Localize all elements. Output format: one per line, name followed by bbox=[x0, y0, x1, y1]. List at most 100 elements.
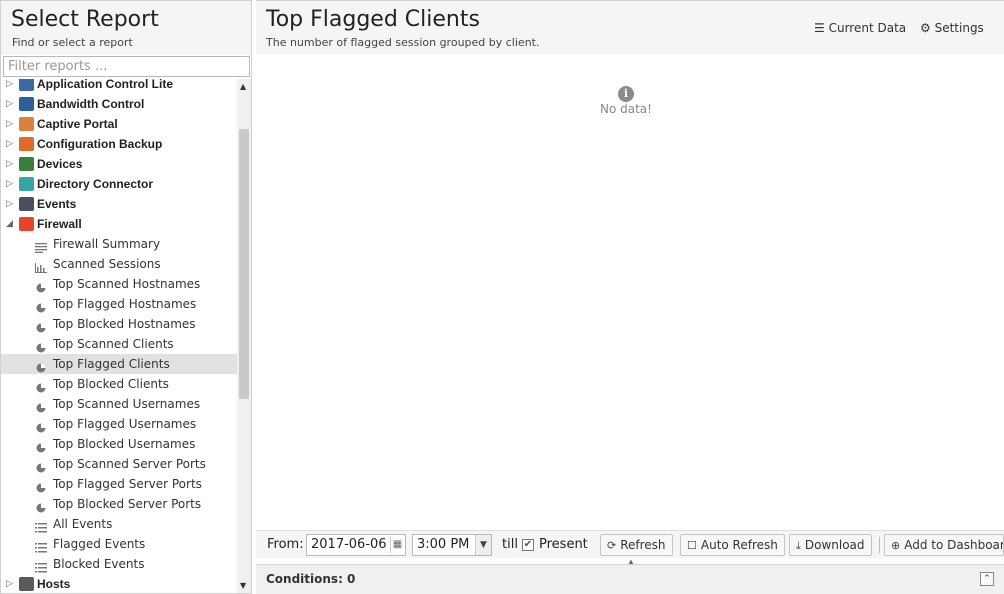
scroll-up-arrow-icon[interactable]: ▲ bbox=[240, 82, 246, 91]
tree-report-item[interactable]: Top Blocked Server Ports bbox=[1, 494, 238, 514]
pie-chart-icon bbox=[35, 499, 47, 513]
tree-report-label: All Events bbox=[53, 517, 113, 531]
tree-category[interactable]: ◢ Firewall bbox=[1, 214, 238, 234]
tree-report-item[interactable]: Top Blocked Hostnames bbox=[1, 314, 238, 334]
list-icon: ☰ bbox=[814, 21, 825, 35]
report-selector-header: Select Report Find or select a report bbox=[1, 1, 251, 55]
tree-report-label: Firewall Summary bbox=[53, 237, 161, 251]
tree-category-label: Hosts bbox=[37, 577, 71, 591]
add-to-dashboard-label: Add to Dashboard bbox=[904, 538, 1004, 552]
expand-up-icon[interactable]: ⌃ bbox=[980, 572, 994, 586]
tree-report-item[interactable]: Top Scanned Server Ports bbox=[1, 454, 238, 474]
expand-arrow-icon[interactable]: ▷ bbox=[6, 94, 14, 114]
tree-report-label: Top Flagged Usernames bbox=[53, 417, 197, 431]
tree-report-item[interactable]: Flagged Events bbox=[1, 534, 238, 554]
tree-report-label: Top Scanned Server Ports bbox=[53, 457, 206, 471]
scroll-down-arrow-icon[interactable]: ▼ bbox=[240, 581, 246, 590]
tree-category-label: Application Control Lite bbox=[37, 79, 173, 91]
tree-report-item[interactable]: Top Flagged Server Ports bbox=[1, 474, 238, 494]
expand-arrow-icon[interactable]: ▷ bbox=[6, 174, 14, 194]
tree-report-item[interactable]: All Events bbox=[1, 514, 238, 534]
filter-reports-input[interactable] bbox=[3, 56, 250, 77]
refresh-button[interactable]: ⟳ Refresh bbox=[600, 534, 673, 556]
present-checkbox[interactable]: ✔ bbox=[522, 539, 534, 551]
tree-category[interactable]: ▷ Bandwidth Control bbox=[1, 94, 238, 114]
refresh-label: Refresh bbox=[620, 538, 666, 552]
tree-report-item[interactable]: Top Blocked Usernames bbox=[1, 434, 238, 454]
app-icon bbox=[19, 117, 34, 131]
expand-arrow-icon[interactable]: ▷ bbox=[6, 194, 14, 214]
tree-report-item[interactable]: Top Blocked Clients bbox=[1, 374, 238, 394]
tree-report-item[interactable]: Top Flagged Clients bbox=[1, 354, 238, 374]
tree-category-label: Directory Connector bbox=[37, 177, 154, 191]
info-icon: i bbox=[618, 86, 634, 102]
current-data-label: Current Data bbox=[828, 21, 907, 35]
tree-category[interactable]: ▷ Hosts bbox=[1, 574, 238, 593]
present-label: Present bbox=[539, 537, 588, 552]
settings-label: Settings bbox=[934, 21, 984, 35]
download-button[interactable]: ⤓ Download bbox=[789, 534, 872, 556]
expand-arrow-icon[interactable]: ▷ bbox=[6, 114, 14, 134]
app-icon bbox=[19, 137, 34, 151]
tree-category[interactable]: ▷ Application Control Lite bbox=[1, 79, 238, 94]
plus-circle-icon: ⊕ bbox=[891, 539, 901, 552]
tree-category[interactable]: ▷ Events bbox=[1, 194, 238, 214]
list-icon bbox=[35, 539, 47, 553]
from-date-field[interactable]: 2017-06-06 ▦ bbox=[306, 534, 406, 556]
expand-arrow-icon[interactable]: ▷ bbox=[6, 154, 14, 174]
tree-report-item[interactable]: Top Scanned Usernames bbox=[1, 394, 238, 414]
auto-refresh-label: Auto Refresh bbox=[700, 538, 778, 552]
tree-report-label: Top Blocked Hostnames bbox=[53, 317, 196, 331]
tree-category[interactable]: ▷ Directory Connector bbox=[1, 174, 238, 194]
app-icon bbox=[19, 577, 34, 591]
conditions-bar[interactable]: Conditions: 0 ⌃ bbox=[256, 564, 1004, 594]
from-time-value: 3:00 PM bbox=[417, 537, 470, 552]
collapse-arrow-icon[interactable]: ◢ bbox=[6, 214, 14, 234]
tree-category-label: Captive Portal bbox=[37, 117, 118, 131]
settings-button[interactable]: ⚙ Settings bbox=[920, 20, 984, 36]
tree-report-label: Top Blocked Usernames bbox=[53, 437, 196, 451]
pie-chart-icon bbox=[35, 439, 47, 453]
expand-arrow-icon[interactable]: ▷ bbox=[6, 134, 14, 154]
tree-report-item[interactable]: Top Flagged Usernames bbox=[1, 414, 238, 434]
list-icon bbox=[35, 559, 47, 573]
add-to-dashboard-button[interactable]: ⊕ Add to Dashboard bbox=[884, 534, 1004, 556]
download-label: Download bbox=[804, 538, 865, 552]
pie-chart-icon bbox=[35, 479, 47, 493]
current-data-button[interactable]: ☰ Current Data bbox=[814, 20, 906, 36]
tree-category-label: Events bbox=[37, 197, 77, 211]
tree-report-label: Scanned Sessions bbox=[53, 257, 161, 271]
tree-report-item[interactable]: Top Scanned Hostnames bbox=[1, 274, 238, 294]
panel-title: Select Report bbox=[11, 7, 159, 32]
pie-chart-icon bbox=[35, 279, 47, 293]
tree-category-label: Devices bbox=[37, 157, 83, 171]
tree-report-item[interactable]: Top Scanned Clients bbox=[1, 334, 238, 354]
tree-category[interactable]: ▷ Configuration Backup bbox=[1, 134, 238, 154]
tree-report-item[interactable]: Firewall Summary bbox=[1, 234, 238, 254]
calendar-icon[interactable]: ▦ bbox=[390, 537, 404, 553]
pie-chart-icon bbox=[35, 379, 47, 393]
expand-arrow-icon[interactable]: ▷ bbox=[6, 574, 14, 593]
tree-report-label: Flagged Events bbox=[53, 537, 146, 551]
from-time-select[interactable]: 3:00 PM ▼ bbox=[412, 534, 492, 556]
report-tree: ▷ Application Control Lite ▷ Bandwidth Cont… bbox=[1, 79, 238, 593]
expand-arrow-icon[interactable]: ▷ bbox=[6, 79, 14, 94]
scroll-thumb[interactable] bbox=[239, 129, 249, 399]
tree-report-label: Top Flagged Server Ports bbox=[53, 477, 202, 491]
list-icon bbox=[35, 519, 47, 533]
tree-scrollbar[interactable]: ▲ ▼ bbox=[237, 79, 251, 593]
tree-report-label: Blocked Events bbox=[53, 557, 145, 571]
bar-chart-icon bbox=[35, 259, 47, 273]
tree-report-item[interactable]: Scanned Sessions bbox=[1, 254, 238, 274]
tree-category[interactable]: ▷ Captive Portal bbox=[1, 114, 238, 134]
tree-report-item[interactable]: Top Flagged Hostnames bbox=[1, 294, 238, 314]
no-data-message: i No data! bbox=[256, 86, 996, 116]
tree-category[interactable]: ▷ Devices bbox=[1, 154, 238, 174]
chevron-down-icon[interactable]: ▼ bbox=[475, 535, 491, 555]
tree-report-label: Top Scanned Usernames bbox=[53, 397, 201, 411]
report-toolbar: From: 2017-06-06 ▦ 3:00 PM ▼ till ✔ Pres… bbox=[256, 530, 1004, 558]
auto-refresh-button[interactable]: ☐ Auto Refresh bbox=[680, 534, 785, 556]
conditions-label: Conditions: 0 bbox=[266, 572, 356, 586]
report-header: Top Flagged Clients The number of flagge… bbox=[256, 0, 1004, 54]
tree-report-item[interactable]: Blocked Events bbox=[1, 554, 238, 574]
